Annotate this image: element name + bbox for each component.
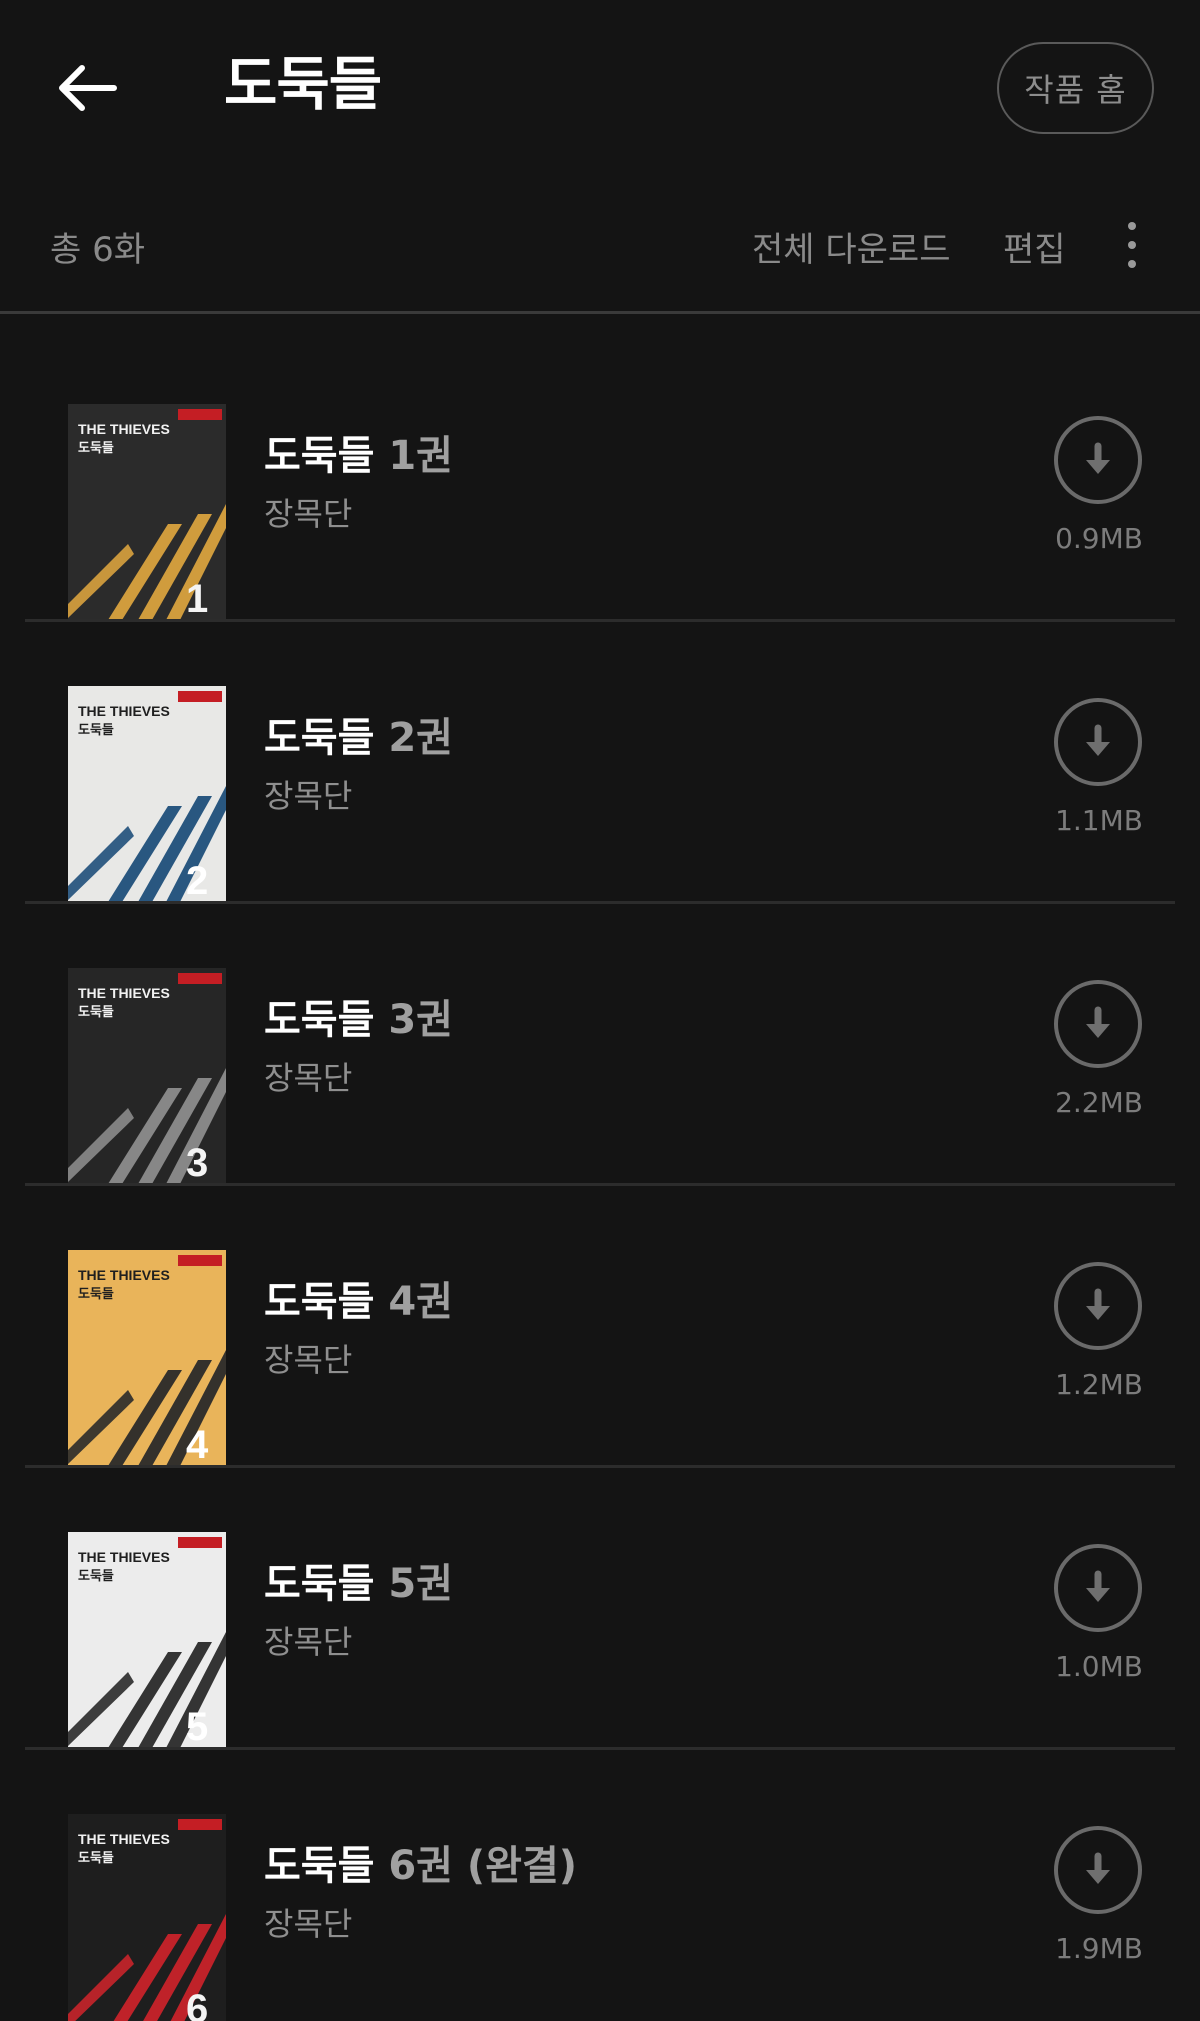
book-cover-image: THE THIEVES 도둑들 2 <box>68 686 226 902</box>
file-size-label: 0.9MB <box>1055 522 1143 555</box>
episode-series-name: 도둑들 <box>264 1561 389 1607</box>
file-size-label: 2.2MB <box>1055 1086 1143 1119</box>
episode-author: 장목단 <box>264 1623 353 1661</box>
work-home-button[interactable]: 작품 홈 <box>997 42 1154 134</box>
page-title: 도둑들 <box>224 50 382 118</box>
download-arrow-icon <box>1086 724 1110 756</box>
cover-subtitle: 도둑들 <box>78 441 114 456</box>
episode-series-name: 도둑들 <box>264 715 389 761</box>
book-cover-image: THE THIEVES 도둑들 5 <box>68 1532 226 1748</box>
edit-button[interactable]: 편집 <box>1003 222 1066 271</box>
cover-volume-number: 1 <box>186 577 208 620</box>
cover-title: THE THIEVES <box>78 421 170 437</box>
cover-subtitle: 도둑들 <box>78 723 114 738</box>
cover-tag <box>178 409 222 420</box>
download-button[interactable] <box>1054 1826 1142 1914</box>
download-arrow-icon <box>1086 442 1110 474</box>
episode-title: 도둑들 6권 (완결) <box>264 1838 577 1894</box>
cover-subtitle: 도둑들 <box>78 1287 114 1302</box>
download-arrow-icon <box>1086 1288 1110 1320</box>
download-button[interactable] <box>1054 1262 1142 1350</box>
cover-tag <box>178 973 222 984</box>
book-cover-image: THE THIEVES 도둑들 6 <box>68 1814 226 2021</box>
episode-volume-label: 4권 <box>388 1279 453 1325</box>
episode-author: 장목단 <box>264 495 353 533</box>
more-options-button[interactable] <box>1110 216 1154 274</box>
back-button[interactable] <box>52 52 124 124</box>
book-cover-image: THE THIEVES 도둑들 1 <box>68 404 226 620</box>
file-size-label: 1.1MB <box>1055 804 1143 837</box>
cover-title: THE THIEVES <box>78 1831 170 1847</box>
cover-subtitle: 도둑들 <box>78 1569 114 1584</box>
download-arrow-icon <box>1086 1006 1110 1038</box>
episode-author: 장목단 <box>264 1905 353 1943</box>
cover-volume-number: 3 <box>186 1141 208 1184</box>
cover-volume-number: 4 <box>186 1423 209 1466</box>
episode-volume-label: 1권 <box>388 433 453 479</box>
cover-tag <box>178 691 222 702</box>
episode-list-item[interactable]: THE THIEVES 도둑들 1 도둑들 1권 장목단 0.9MB <box>0 340 1200 622</box>
episode-list-item[interactable]: THE THIEVES 도둑들 5 도둑들 5권 장목단 1.0MB <box>0 1468 1200 1750</box>
cover-subtitle: 도둑들 <box>78 1851 114 1866</box>
episode-volume-label: 5권 <box>388 1561 453 1607</box>
cover-art: THE THIEVES 도둑들 2 <box>68 686 226 902</box>
episode-list-item[interactable]: THE THIEVES 도둑들 6 도둑들 6권 (완결) 장목단 1.9MB <box>0 1750 1200 2021</box>
episode-title: 도둑들 5권 <box>264 1556 453 1612</box>
cover-volume-number: 5 <box>186 1705 208 1748</box>
episode-series-name: 도둑들 <box>264 997 389 1043</box>
cover-art: THE THIEVES 도둑들 6 <box>68 1814 226 2021</box>
episode-author: 장목단 <box>264 777 353 815</box>
cover-art: THE THIEVES 도둑들 5 <box>68 1532 226 1748</box>
cover-title: THE THIEVES <box>78 1549 170 1565</box>
list-toolbar: 총 6화 전체 다운로드 편집 <box>0 200 1200 314</box>
cover-art: THE THIEVES 도둑들 3 <box>68 968 226 1184</box>
cover-title: THE THIEVES <box>78 703 170 719</box>
total-episodes-count: 총 6화 <box>50 230 145 270</box>
episode-series-name: 도둑들 <box>264 1843 389 1889</box>
book-cover-image: THE THIEVES 도둑들 4 <box>68 1250 226 1466</box>
episode-list-item[interactable]: THE THIEVES 도둑들 4 도둑들 4권 장목단 1.2MB <box>0 1186 1200 1468</box>
episode-title: 도둑들 2권 <box>264 710 453 766</box>
more-vertical-icon <box>1128 222 1136 268</box>
download-all-button[interactable]: 전체 다운로드 <box>752 222 951 271</box>
download-button[interactable] <box>1054 980 1142 1068</box>
file-size-label: 1.9MB <box>1055 1932 1143 1965</box>
app-header: 도둑들 작품 홈 <box>0 0 1200 180</box>
cover-title: THE THIEVES <box>78 985 170 1001</box>
download-button[interactable] <box>1054 1544 1142 1632</box>
file-size-label: 1.2MB <box>1055 1368 1143 1401</box>
episode-series-name: 도둑들 <box>264 1279 389 1325</box>
episode-title: 도둑들 4권 <box>264 1274 453 1330</box>
cover-art: THE THIEVES 도둑들 4 <box>68 1250 226 1466</box>
download-button[interactable] <box>1054 416 1142 504</box>
episode-title: 도둑들 3권 <box>264 992 453 1048</box>
cover-volume-number: 6 <box>186 1987 208 2021</box>
episode-list-item[interactable]: THE THIEVES 도둑들 3 도둑들 3권 장목단 2.2MB <box>0 904 1200 1186</box>
book-cover-image: THE THIEVES 도둑들 3 <box>68 968 226 1184</box>
episode-volume-label: 3권 <box>388 997 453 1043</box>
episode-series-name: 도둑들 <box>264 433 389 479</box>
episode-title: 도둑들 1권 <box>264 428 453 484</box>
download-arrow-icon <box>1086 1570 1110 1602</box>
cover-subtitle: 도둑들 <box>78 1005 114 1020</box>
download-arrow-icon <box>1086 1852 1110 1884</box>
cover-title: THE THIEVES <box>78 1267 170 1283</box>
episode-author: 장목단 <box>264 1059 353 1097</box>
cover-art: THE THIEVES 도둑들 1 <box>68 404 226 620</box>
cover-volume-number: 2 <box>186 859 208 902</box>
arrow-left-icon <box>59 65 117 111</box>
cover-tag <box>178 1537 222 1548</box>
download-button[interactable] <box>1054 698 1142 786</box>
cover-tag <box>178 1255 222 1266</box>
cover-tag <box>178 1819 222 1830</box>
episode-volume-label: 2권 <box>388 715 453 761</box>
episode-volume-label: 6권 (완결) <box>388 1843 578 1889</box>
episode-list-item[interactable]: THE THIEVES 도둑들 2 도둑들 2권 장목단 1.1MB <box>0 622 1200 904</box>
episode-author: 장목단 <box>264 1341 353 1379</box>
file-size-label: 1.0MB <box>1055 1650 1143 1683</box>
